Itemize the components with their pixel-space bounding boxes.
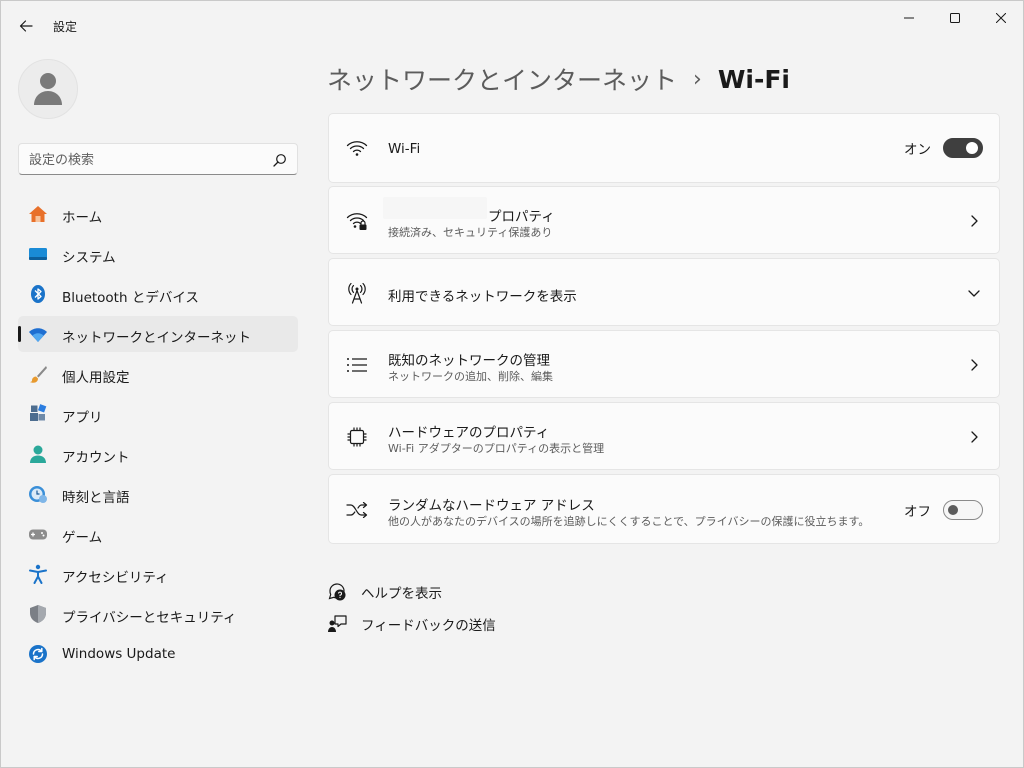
back-arrow-icon xyxy=(19,20,33,32)
gamepad-icon xyxy=(28,524,48,544)
maximize-icon xyxy=(950,13,960,23)
sidebar-item-label: ネットワークとインターネット xyxy=(62,330,251,346)
sidebar-item-bluetooth[interactable]: Bluetooth とデバイス xyxy=(18,276,298,312)
back-button[interactable] xyxy=(11,11,41,41)
sidebar-nav: ホーム システム Bluetooth とデバイス ネットワークとインターネット … xyxy=(18,196,298,676)
sidebar-item-personalization[interactable]: 個人用設定 xyxy=(18,356,298,392)
wifi-toggle-label: オン xyxy=(904,142,931,158)
random-address-toggle-label: オフ xyxy=(904,504,931,520)
hardware-properties-title: ハードウェアのプロパティ xyxy=(388,425,550,441)
title-bar: 設定 xyxy=(1,1,1023,49)
brush-icon xyxy=(28,364,48,384)
sidebar-item-label: Windows Update xyxy=(62,646,176,662)
minimize-button[interactable] xyxy=(886,1,932,35)
help-link[interactable]: ヘルプを表示 xyxy=(327,581,442,603)
known-networks-card[interactable]: 既知のネットワークの管理 ネットワークの追加、削除、編集 xyxy=(328,330,1000,398)
properties-title: プロパティ xyxy=(488,209,555,225)
shield-icon xyxy=(28,604,48,624)
settings-window: 設定 ホーム xyxy=(0,0,1024,768)
apps-icon xyxy=(28,404,48,424)
sidebar-item-gaming[interactable]: ゲーム xyxy=(18,516,298,552)
known-networks-subtitle: ネットワークの追加、削除、編集 xyxy=(388,370,553,383)
sidebar-item-label: アクセシビリティ xyxy=(62,570,169,586)
chevron-right-icon xyxy=(971,431,978,443)
sidebar-item-label: 個人用設定 xyxy=(62,370,130,386)
random-address-toggle-switch[interactable] xyxy=(943,500,983,520)
sidebar-item-network[interactable]: ネットワークとインターネット xyxy=(18,316,298,352)
feedback-icon xyxy=(327,614,347,634)
sidebar-item-windows-update[interactable]: Windows Update xyxy=(18,636,298,672)
breadcrumb-parent[interactable]: ネットワークとインターネット xyxy=(327,61,677,97)
breadcrumb-separator-icon: › xyxy=(693,66,702,92)
sidebar-item-apps[interactable]: アプリ xyxy=(18,396,298,432)
antenna-icon xyxy=(346,282,368,304)
sidebar-item-label: アプリ xyxy=(62,410,103,426)
available-networks-title: 利用できるネットワークを表示 xyxy=(388,289,577,305)
secured-wifi-icon xyxy=(346,210,368,232)
wifi-icon xyxy=(346,137,368,159)
bluetooth-icon xyxy=(28,284,48,304)
account-icon xyxy=(28,444,48,464)
properties-subtitle: 接続済み、セキュリティ保護あり xyxy=(388,226,553,239)
sidebar-item-privacy[interactable]: プライバシーとセキュリティ xyxy=(18,596,298,632)
wifi-toggle-card[interactable]: Wi-Fi オン xyxy=(328,113,1000,183)
chevron-right-icon xyxy=(971,359,978,371)
random-hardware-address-card: ランダムなハードウェア アドレス 他の人があなたのデバイスの場所を追跡しにくくす… xyxy=(328,474,1000,544)
chevron-right-icon xyxy=(971,215,978,227)
time-language-icon xyxy=(28,484,48,504)
system-icon xyxy=(28,244,48,264)
wifi-title: Wi-Fi xyxy=(388,141,421,157)
random-address-toggle-group: オフ xyxy=(904,499,983,521)
user-avatar[interactable] xyxy=(18,59,78,119)
app-title: 設定 xyxy=(53,20,78,34)
network-name-redacted xyxy=(383,197,487,219)
sidebar-item-label: プライバシーとセキュリティ xyxy=(62,610,237,626)
sidebar-item-system[interactable]: システム xyxy=(18,236,298,272)
random-address-title: ランダムなハードウェア アドレス xyxy=(388,498,595,514)
network-icon xyxy=(28,324,48,344)
sidebar-item-accessibility[interactable]: アクセシビリティ xyxy=(18,556,298,592)
home-icon xyxy=(28,204,48,224)
shuffle-icon xyxy=(346,499,368,521)
feedback-label: フィードバックの送信 xyxy=(361,618,496,634)
sidebar-item-home[interactable]: ホーム xyxy=(18,196,298,232)
sidebar-item-label: 時刻と言語 xyxy=(62,490,130,506)
breadcrumb: ネットワークとインターネット › Wi-Fi xyxy=(327,61,790,97)
sidebar-item-label: Bluetooth とデバイス xyxy=(62,290,199,306)
page-title: Wi-Fi xyxy=(717,64,790,94)
sidebar-item-label: ゲーム xyxy=(62,530,103,546)
sidebar-item-label: システム xyxy=(62,250,116,266)
hardware-properties-card[interactable]: ハードウェアのプロパティ Wi-Fi アダプターのプロパティの表示と管理 xyxy=(328,402,1000,470)
feedback-link[interactable]: フィードバックの送信 xyxy=(327,613,496,635)
minimize-icon xyxy=(904,17,914,19)
wifi-toggle-group: オン xyxy=(904,137,983,159)
help-label: ヘルプを表示 xyxy=(361,586,442,602)
accessibility-icon xyxy=(28,564,48,584)
sidebar-item-accounts[interactable]: アカウント xyxy=(18,436,298,472)
close-button[interactable] xyxy=(978,1,1024,35)
help-icon xyxy=(327,582,347,602)
chip-icon xyxy=(346,426,368,448)
maximize-button[interactable] xyxy=(932,1,978,35)
user-silhouette-icon xyxy=(34,73,62,105)
close-icon xyxy=(996,13,1006,23)
settings-search-box[interactable] xyxy=(18,143,298,175)
list-icon xyxy=(346,354,368,376)
hardware-properties-subtitle: Wi-Fi アダプターのプロパティの表示と管理 xyxy=(388,442,605,455)
update-icon xyxy=(28,644,48,664)
random-address-subtitle: 他の人があなたのデバイスの場所を追跡しにくくすることで、プライバシーの保護に役立… xyxy=(388,515,870,528)
available-networks-card[interactable]: 利用できるネットワークを表示 xyxy=(328,258,1000,326)
chevron-down-icon xyxy=(968,290,980,297)
search-input[interactable] xyxy=(29,149,269,171)
sidebar-item-label: ホーム xyxy=(62,210,103,226)
search-icon[interactable] xyxy=(273,153,287,167)
toggle-knob xyxy=(966,142,978,154)
sidebar-item-label: アカウント xyxy=(62,450,130,466)
known-networks-title: 既知のネットワークの管理 xyxy=(388,353,550,369)
sidebar-item-time-language[interactable]: 時刻と言語 xyxy=(18,476,298,512)
toggle-knob xyxy=(948,505,958,515)
wifi-toggle-switch[interactable] xyxy=(943,138,983,158)
